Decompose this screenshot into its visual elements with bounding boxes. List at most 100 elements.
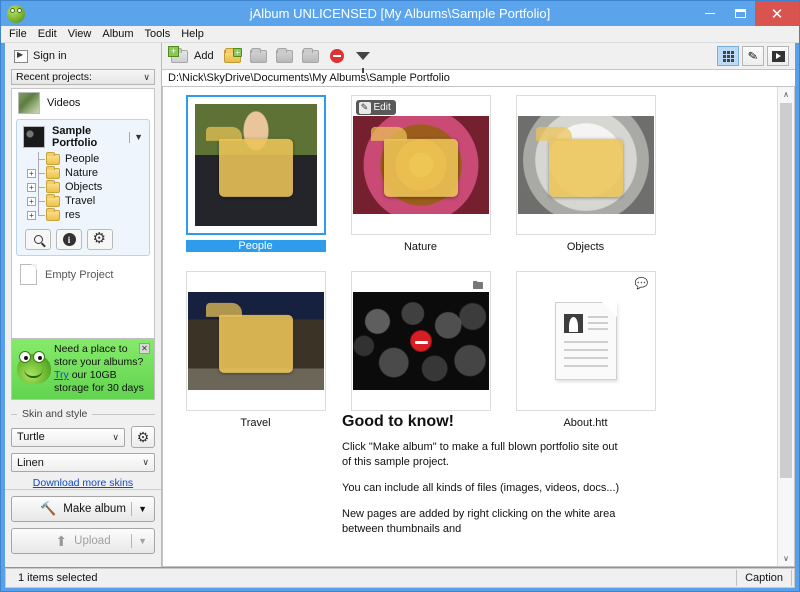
project-item-videos[interactable]: Videos [12,89,154,117]
status-badge[interactable]: Caption [736,570,792,586]
search-icon [33,235,43,244]
project-item-empty-project[interactable]: Empty Project [12,258,154,285]
tree-item-nature[interactable]: + Nature [27,165,145,180]
scroll-down-arrow-icon[interactable]: ∨ [778,551,794,566]
remove-icon[interactable] [326,46,348,66]
minimize-button[interactable] [695,1,725,26]
skin-settings-button[interactable]: ⚙ [131,426,155,448]
project-menu-button[interactable]: ▼ [129,131,143,143]
grid-item-excluded[interactable]: 🖿 Good to know! Click "Make album" to ma… [338,271,619,566]
folder-forward-icon[interactable] [300,46,322,66]
style-select[interactable]: Linen ∨ [11,453,155,472]
grid-view-icon[interactable] [717,46,739,66]
grid-item-people[interactable]: People [173,95,338,271]
project-thumbnail [18,92,40,114]
settings-button[interactable] [87,229,113,250]
frog-mascot-icon [17,351,51,384]
expander-icon[interactable]: + [27,210,36,220]
promo-try-link[interactable]: Try [54,369,69,381]
skin-row: Turtle ∨ ⚙ [11,426,155,448]
chevron-down-icon: ▼ [138,536,147,546]
tree-item-label: Nature [65,167,99,179]
vertical-scrollbar[interactable]: ∧ ∨ [777,87,794,566]
album-toolbar: + Add + ✎ [162,43,795,73]
promo-close-icon[interactable]: ✕ [139,343,150,354]
tree-item-people[interactable]: People [27,151,145,166]
sign-in-button[interactable]: Sign in [14,49,67,63]
grid-item-nature[interactable]: ✎ Edit Nature [338,95,503,271]
tree-item-res[interactable]: + res [27,207,145,222]
status-bar: 1 items selected Caption [5,568,795,588]
title-bar: jAlbum UNLICENSED [My Albums\Sample Port… [1,1,799,26]
folder-overlay-icon [205,302,293,373]
thumbnail-image [187,292,324,390]
folder-up-icon[interactable] [248,46,270,66]
skin-select[interactable]: Turtle ∨ [11,427,125,447]
upload-button[interactable]: ⬆ Upload ▼ [11,528,155,554]
expander-icon[interactable]: + [27,168,36,178]
upload-dropdown[interactable]: ▼ [131,534,147,548]
edit-badge[interactable]: ✎ Edit [355,100,396,115]
promo-line-2: store your albums? [54,356,144,368]
make-album-dropdown[interactable]: ▼ [131,502,147,516]
make-album-button[interactable]: 🔨 Make album ▼ [11,496,155,522]
new-folder-icon[interactable]: + [222,46,244,66]
thumbnail-canvas[interactable]: People ✎ Edit Nature Objects Travel 🖿 Go… [162,87,795,567]
active-project-header[interactable]: Sample Portfolio ▼ [21,123,145,151]
expander-icon[interactable] [27,155,36,164]
path-value: D:\Nick\SkyDrive\Documents\My Albums\Sam… [168,72,450,84]
project-item-sample-portfolio[interactable]: Sample Portfolio ▼ People + Nature + Obj… [16,119,150,256]
menu-item-tools[interactable]: Tools [145,28,171,40]
add-label[interactable]: Add [194,50,214,62]
menu-item-edit[interactable]: Edit [38,28,57,40]
scroll-up-arrow-icon[interactable]: ∧ [778,87,794,102]
recent-projects-dropdown[interactable]: Recent projects: ∨ [11,69,155,85]
expander-icon[interactable]: + [27,182,36,192]
folder-overlay-icon [370,126,458,197]
chevron-down-icon: ▼ [134,132,143,142]
sign-in-arrow-icon [14,49,28,63]
grid-item-travel[interactable]: Travel [173,271,338,566]
section-legend-label: Skin and style [22,408,88,420]
status-selection-text: 1 items selected [18,572,98,584]
download-more-skins-link[interactable]: Download more skins [33,477,133,489]
thumbnail-box[interactable] [515,95,656,235]
section-legend: Skin and style [11,408,155,420]
folder-icon [46,193,60,207]
main-body: Sign in Recent projects: ∨ Videos Sample… [5,43,795,567]
thumbnail-box[interactable] [185,95,326,235]
promo-line-4: storage for 30 days [54,382,144,394]
menu-item-file[interactable]: File [9,28,27,40]
filter-funnel-icon[interactable] [352,46,374,73]
folder-back-icon[interactable] [274,46,296,66]
menu-item-album[interactable]: Album [102,28,133,40]
gear-icon [93,229,107,247]
edit-pencil-icon[interactable]: ✎ [742,46,764,66]
info-button[interactable]: i [56,229,82,250]
search-button[interactable] [25,229,51,250]
tree-item-objects[interactable]: + Objects [27,179,145,194]
thumbnail-box[interactable] [185,271,326,411]
thumbnail-box[interactable]: 💬 [515,271,656,411]
slideshow-play-icon[interactable] [767,46,789,66]
frog-logo-icon [7,4,25,23]
window-title: jAlbum UNLICENSED [My Albums\Sample Port… [249,6,551,21]
menu-item-help[interactable]: Help [181,28,204,40]
maximize-button[interactable] [725,1,755,26]
promo-banner[interactable]: Need a place to store your albums? Try o… [11,338,155,400]
menu-bar: File Edit View Album Tools Help [1,26,799,43]
menu-item-view[interactable]: View [68,28,92,40]
expander-icon[interactable]: + [27,196,36,206]
close-button[interactable]: ✕ [755,1,799,26]
style-row: Linen ∨ [11,453,155,472]
thumbnail-box[interactable]: ✎ Edit [350,95,491,235]
add-plus-icon[interactable]: + [168,46,190,66]
scrollbar-thumb[interactable] [780,103,792,478]
tree-item-travel[interactable]: + Travel [27,193,145,208]
grid-item-objects[interactable]: Objects [503,95,668,271]
grid-item-about-htt[interactable]: 💬 About.htt [503,271,668,566]
grid-item-label: Objects [566,241,605,253]
thumbnail-box[interactable]: 🖿 [350,271,491,411]
project-name: Empty Project [45,268,114,281]
path-bar[interactable]: D:\Nick\SkyDrive\Documents\My Albums\Sam… [162,69,795,87]
